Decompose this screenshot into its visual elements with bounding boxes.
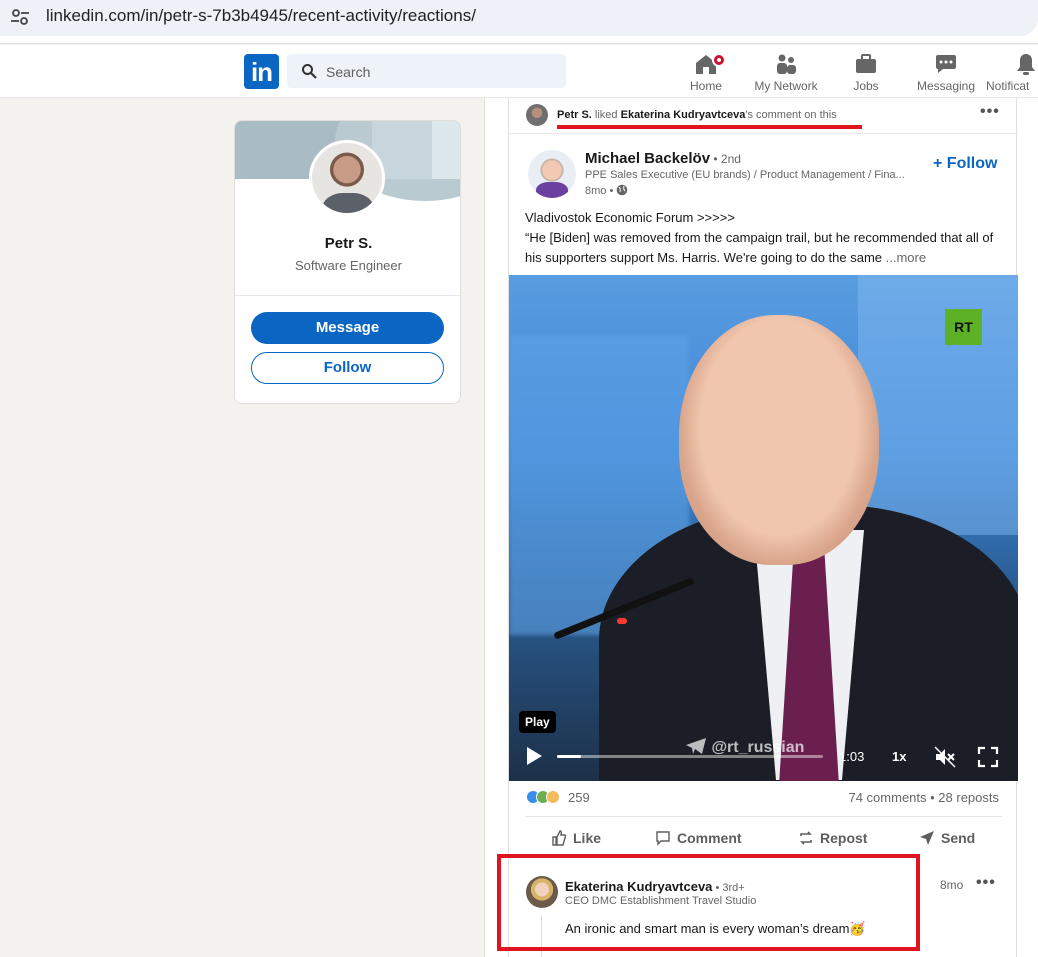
feed-post: Petr S. liked Ekaterina Kudryavtceva's c… [508, 98, 1018, 957]
profile-card: Petr S. Software Engineer Message Follow [234, 120, 461, 404]
insightful-reaction-icon [546, 790, 560, 804]
activity-target[interactable]: Ekaterina Kudryavtceva [621, 109, 746, 121]
post-more-options-icon[interactable]: ••• [980, 103, 1000, 121]
search-icon [302, 64, 317, 79]
nav-my-network-label: My Network [754, 79, 818, 93]
repost-icon [800, 831, 812, 845]
nav-notifications-label: Notificat [986, 79, 1030, 93]
thumbs-up-icon [552, 830, 567, 846]
profile-title: Software Engineer [295, 258, 402, 273]
globe-icon [617, 184, 628, 196]
browser-address-bar: linkedin.com/in/petr-s-7b3b4945/recent-a… [0, 0, 1038, 44]
profile-name[interactable]: Petr S. [235, 235, 460, 252]
comment-time: 8mo [940, 878, 964, 892]
muted-speaker-icon[interactable] [933, 745, 957, 769]
send-icon [920, 831, 934, 845]
post-text-line2: “He [Biden] was removed from the campaig… [525, 230, 994, 265]
follow-author-link[interactable]: + Follow [933, 155, 997, 173]
url-text[interactable]: linkedin.com/in/petr-s-7b3b4945/recent-a… [46, 6, 476, 26]
author-degree: • 2nd [710, 152, 741, 166]
repost-button[interactable]: Repost [798, 830, 867, 846]
profile-avatar[interactable] [309, 140, 385, 216]
video-player[interactable]: RT Play @rt_russian 1:03 1x [509, 275, 1018, 781]
post-text-line1: Vladivostok Economic Forum >>>>> [525, 210, 735, 225]
activity-text: Petr S. liked Ekaterina Kudryavtceva's c… [557, 109, 837, 121]
nav-jobs-label: Jobs [853, 79, 879, 93]
comments-reposts-count[interactable]: 74 comments • 28 reposts [848, 790, 999, 805]
author-avatar[interactable] [528, 150, 576, 198]
nav-my-network[interactable]: My Network [746, 50, 826, 93]
playback-speed-button[interactable]: 1x [892, 749, 906, 764]
red-box-annotation [497, 854, 920, 951]
video-watermark: @rt_russian [685, 737, 804, 757]
divider [525, 816, 1002, 817]
play-icon[interactable] [527, 747, 542, 765]
fullscreen-icon[interactable] [977, 746, 999, 768]
play-tooltip: Play [519, 711, 556, 733]
actor-avatar[interactable] [526, 104, 548, 126]
nav-home-label: Home [689, 79, 722, 93]
messaging-icon [936, 55, 956, 73]
video-time: 1:03 [839, 749, 865, 764]
rt-channel-logo: RT [945, 309, 982, 345]
comment-button[interactable]: Comment [655, 830, 742, 846]
video-progress-fill [557, 755, 581, 758]
post-text: Vladivostok Economic Forum >>>>> “He [Bi… [525, 208, 1005, 268]
nav-notifications[interactable]: Notificat [986, 50, 1038, 93]
reactions-count: 259 [568, 790, 590, 805]
message-button[interactable]: Message [251, 312, 444, 344]
activity-actor[interactable]: Petr S. [557, 109, 592, 121]
search-placeholder: Search [326, 64, 371, 80]
nav-messaging[interactable]: Messaging [906, 50, 986, 93]
like-button[interactable]: Like [551, 830, 601, 846]
search-box[interactable]: Search [287, 54, 566, 88]
activity-suffix: 's comment on this [745, 109, 837, 121]
post-time: 8mo • [585, 184, 628, 197]
divider [235, 295, 460, 296]
telegram-icon [686, 738, 706, 754]
activity-header: Petr S. liked Ekaterina Kudryavtceva's c… [509, 98, 1018, 134]
red-underline-annotation [557, 125, 862, 129]
briefcase-icon [856, 54, 876, 73]
linkedin-logo[interactable]: in [244, 54, 279, 89]
comment-icon [656, 831, 670, 846]
send-button[interactable]: Send [919, 830, 975, 846]
bell-icon [1017, 54, 1035, 75]
author-headline: PPE Sales Executive (EU brands) / Produc… [585, 169, 905, 181]
follow-button[interactable]: Follow [251, 352, 444, 384]
notification-badge [712, 53, 726, 67]
activity-verb: liked [591, 109, 621, 121]
site-settings-icon[interactable] [10, 8, 30, 26]
video-controls: @rt_russian 1:03 1x [509, 737, 1018, 781]
nav-jobs[interactable]: Jobs [826, 50, 906, 93]
top-nav: in Search Home My Network Jobs Messaging… [0, 45, 1038, 98]
author-name[interactable]: Michael Backelöv • 2nd [585, 150, 741, 167]
nav-home[interactable]: Home [666, 50, 746, 93]
nav-messaging-label: Messaging [916, 79, 976, 93]
comment-more-options-icon[interactable]: ••• [976, 874, 996, 892]
network-icon [777, 54, 796, 74]
see-more-link[interactable]: ...more [886, 250, 926, 265]
